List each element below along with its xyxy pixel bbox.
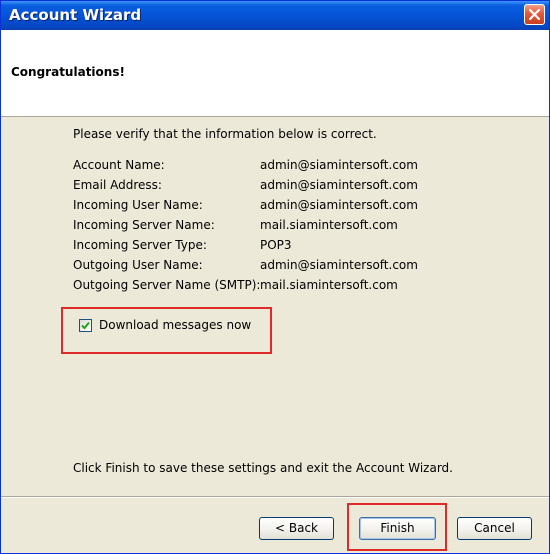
wizard-header: Congratulations! xyxy=(1,30,549,117)
account-info-list: Account Name: admin@siamintersoft.com Em… xyxy=(73,158,493,298)
info-label: Incoming Server Type: xyxy=(73,238,207,252)
close-icon xyxy=(529,9,540,20)
footer-divider xyxy=(1,496,549,498)
download-messages-checkbox[interactable] xyxy=(79,319,92,332)
page-title: Congratulations! xyxy=(11,65,125,79)
window-title: Account Wizard xyxy=(9,6,142,24)
info-row-email-address: Email Address: admin@siamintersoft.com xyxy=(73,178,493,198)
info-row-incoming-server-type: Incoming Server Type: POP3 xyxy=(73,238,493,258)
info-row-incoming-user-name: Incoming User Name: admin@siamintersoft.… xyxy=(73,198,493,218)
close-button[interactable] xyxy=(524,4,545,25)
download-messages-label[interactable]: Download messages now xyxy=(99,318,251,332)
verify-instruction: Please verify that the information below… xyxy=(73,127,377,141)
info-label: Incoming User Name: xyxy=(73,198,203,212)
info-label: Account Name: xyxy=(73,158,165,172)
account-wizard-window: Account Wizard Congratulations! Please v… xyxy=(0,0,550,554)
info-label: Incoming Server Name: xyxy=(73,218,215,232)
info-label: Outgoing User Name: xyxy=(73,258,203,272)
info-row-outgoing-user-name: Outgoing User Name: admin@siamintersoft.… xyxy=(73,258,493,278)
title-bar[interactable]: Account Wizard xyxy=(1,1,549,30)
info-label: Outgoing Server Name (SMTP): xyxy=(73,278,261,292)
info-row-incoming-server-name: Incoming Server Name: mail.siamintersoft… xyxy=(73,218,493,238)
finish-highlight-annotation xyxy=(347,503,447,551)
info-row-account-name: Account Name: admin@siamintersoft.com xyxy=(73,158,493,178)
info-value: POP3 xyxy=(260,238,292,252)
finish-instruction: Click Finish to save these settings and … xyxy=(73,461,453,475)
info-value: admin@siamintersoft.com xyxy=(260,258,418,272)
checkmark-icon xyxy=(81,321,90,330)
info-label: Email Address: xyxy=(73,178,162,192)
cancel-button[interactable]: Cancel xyxy=(457,517,532,540)
info-value: admin@siamintersoft.com xyxy=(260,178,418,192)
info-value: mail.siamintersoft.com xyxy=(260,278,398,292)
info-value: admin@siamintersoft.com xyxy=(260,158,418,172)
info-value: mail.siamintersoft.com xyxy=(260,218,398,232)
info-row-outgoing-server-name: Outgoing Server Name (SMTP): mail.siamin… xyxy=(73,278,493,298)
info-value: admin@siamintersoft.com xyxy=(260,198,418,212)
back-button[interactable]: < Back xyxy=(259,517,334,540)
